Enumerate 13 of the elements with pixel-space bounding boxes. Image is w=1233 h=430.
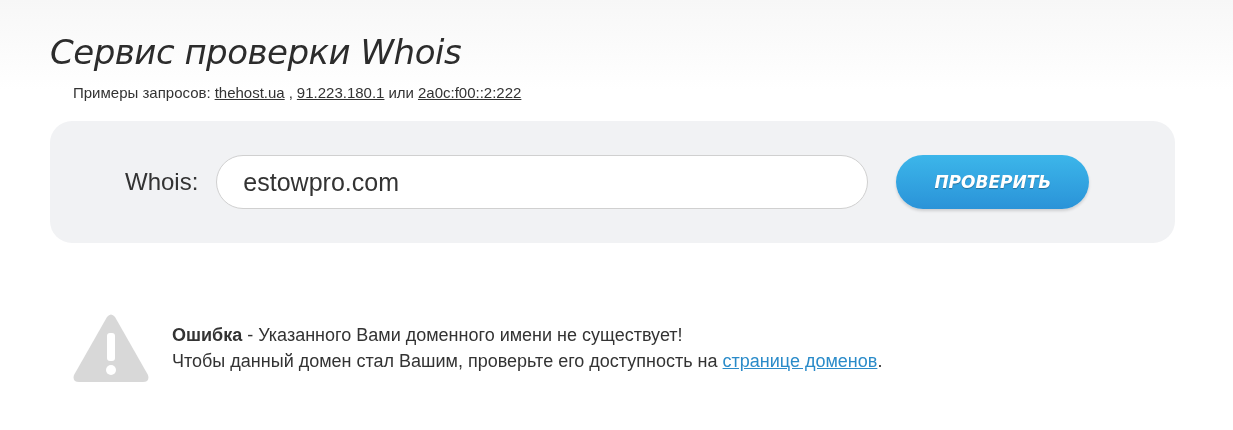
warning-icon [72, 313, 150, 383]
separator-text: , [288, 84, 293, 101]
examples-label: Примеры запросов: [73, 84, 211, 101]
error-message: Ошибка - Указанного Вами доменного имени не существует! [172, 324, 684, 347]
domains-page-link[interactable]: странице доменов [722, 351, 878, 371]
hint-sentence: Чтобы данный домен стал Вашим, проверьте его доступность на странице доменов. [172, 350, 883, 373]
whois-label: Whois: [125, 168, 199, 196]
separator-text: или [388, 84, 414, 101]
domain-field[interactable]: estowpro.com [216, 155, 869, 209]
example-link[interactable]: 2a0c:f00::2:222 [417, 84, 522, 101]
example-link[interactable]: thehost.ua [214, 84, 285, 101]
example-link[interactable]: 91.223.180.1 [296, 84, 385, 101]
page-title: Сервис проверки Whois [50, 32, 462, 72]
